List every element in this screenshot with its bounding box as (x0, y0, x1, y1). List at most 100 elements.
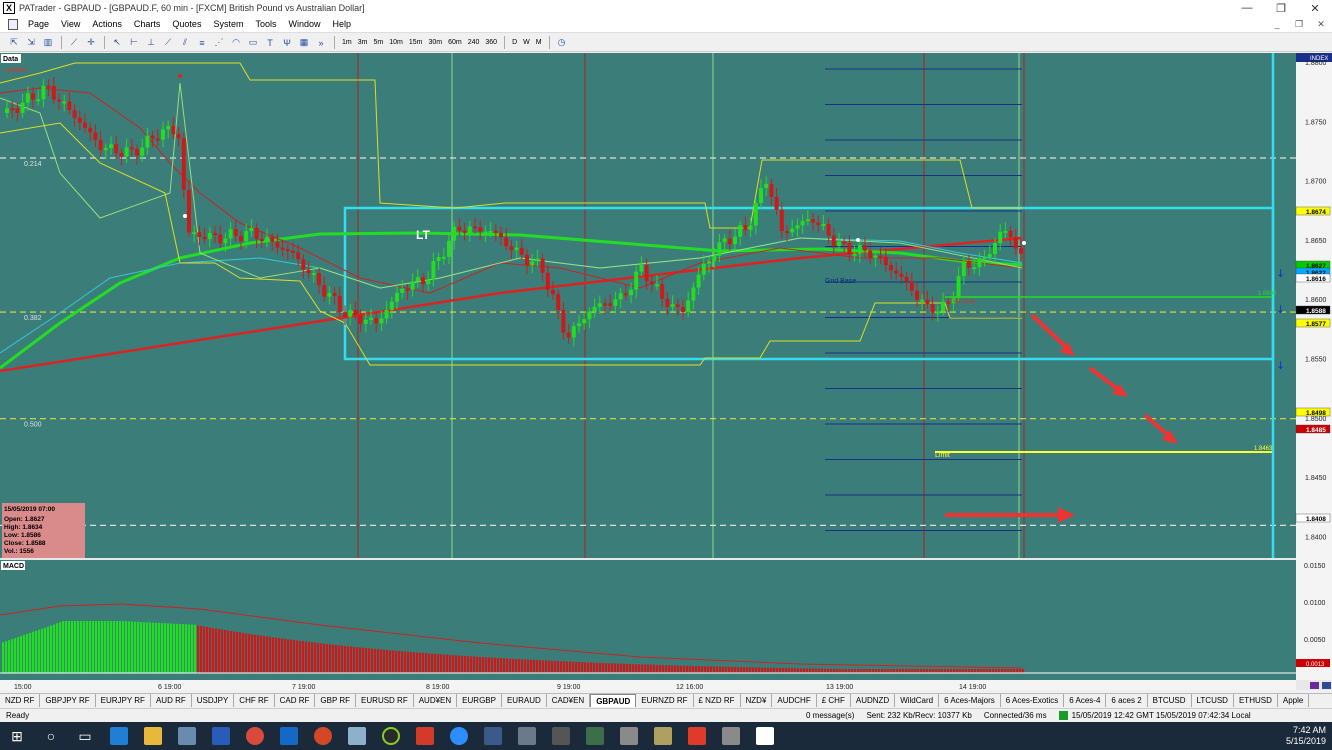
price-pane[interactable] (0, 53, 1296, 558)
menu-quotes[interactable]: Quotes (166, 19, 207, 29)
pointer-icon[interactable]: ↖ (109, 36, 125, 50)
tab-6-aces-majors[interactable]: 6 Aces-Majors (939, 694, 1001, 707)
zoom-out-icon[interactable]: ⇲ (23, 36, 39, 50)
tab-usdjpy[interactable]: USDJPY (192, 694, 235, 707)
maximize-button[interactable]: ❐ (1264, 2, 1298, 15)
timeframe-1m[interactable]: 1m (339, 36, 355, 50)
tab-eurusd-rf[interactable]: EURUSD RF (356, 694, 414, 707)
tab-euraud[interactable]: EURAUD (502, 694, 547, 707)
clock-icon[interactable]: ◷ (554, 36, 570, 50)
pitchfork-icon[interactable]: Ψ (279, 36, 295, 50)
tab-6-aces-2[interactable]: 6 aces 2 (1106, 694, 1148, 707)
task-view-icon[interactable]: ▭ (68, 722, 102, 750)
tab-nzd-rf[interactable]: NZD RF (0, 694, 41, 707)
text-icon[interactable]: T (262, 36, 278, 50)
app-icon[interactable] (510, 722, 544, 750)
tab-aud-rf[interactable]: AUD RF (151, 694, 192, 707)
tab-apple[interactable]: Apple (1278, 694, 1310, 707)
menu-charts[interactable]: Charts (128, 19, 167, 29)
mdi-minimize-button[interactable]: _ (1266, 19, 1288, 30)
timeframe-60m[interactable]: 60m (445, 36, 465, 50)
explorer-icon[interactable] (136, 722, 170, 750)
tab-cadyen[interactable]: CAD¥EN (547, 694, 591, 707)
calculator-icon[interactable] (544, 722, 578, 750)
tab-6-aces-exotics[interactable]: 6 Aces-Exotics (1001, 694, 1065, 707)
period-monthly[interactable]: M (533, 36, 545, 50)
app-icon[interactable] (612, 722, 646, 750)
period-weekly[interactable]: W (520, 36, 533, 50)
tab-eurgbp[interactable]: EURGBP (457, 694, 502, 707)
search-icon[interactable]: ○ (34, 722, 68, 750)
tab-audyen[interactable]: AUD¥EN (414, 694, 458, 707)
tab-ltcusd[interactable]: LTCUSD (1192, 694, 1234, 707)
rectangle-icon[interactable]: ▭ (245, 36, 261, 50)
app-green-icon[interactable] (374, 722, 408, 750)
tab-eurjpy-rf[interactable]: EURJPY RF (96, 694, 151, 707)
taskbar-clock[interactable]: 7:42 AM 5/15/2019 (1286, 725, 1332, 747)
tab-gbp-rf[interactable]: GBP RF (315, 694, 357, 707)
timeframe-360[interactable]: 360 (482, 36, 500, 50)
tab-gbpaud[interactable]: GBPAUD (590, 694, 637, 707)
menu-system[interactable]: System (207, 19, 249, 29)
patrader-icon[interactable] (748, 722, 782, 750)
close-button[interactable]: ✕ (1298, 2, 1332, 15)
tab-gbpjpy-rf[interactable]: GBPJPY RF (40, 694, 96, 707)
timeframe-240[interactable]: 240 (465, 36, 483, 50)
crosshair-icon[interactable]: ✛ (83, 36, 99, 50)
app-red-icon[interactable] (408, 722, 442, 750)
tab-6-aces-4[interactable]: 6 Aces-4 (1064, 694, 1107, 707)
menu-window[interactable]: Window (282, 19, 326, 29)
bar-style-icon[interactable]: ▥ (40, 36, 56, 50)
tab-gbpnzd-rf[interactable]: £ NZD RF (694, 694, 741, 707)
notes-icon[interactable] (340, 722, 374, 750)
app-icon[interactable] (170, 722, 204, 750)
powerpoint-icon[interactable] (306, 722, 340, 750)
minimize-button[interactable]: — (1230, 2, 1264, 15)
mdi-close-button[interactable]: ✕ (1310, 19, 1332, 30)
menu-view[interactable]: View (55, 19, 86, 29)
tab-chf-rf[interactable]: CHF RF (234, 694, 275, 707)
menu-actions[interactable]: Actions (86, 19, 128, 29)
trend-line-icon[interactable]: ⟋ (160, 36, 176, 50)
app-icon[interactable] (476, 722, 510, 750)
price-chart[interactable]: 0.214 0.382 0.500 Limit 1.8463 1.8600 Grid… (0, 53, 1332, 690)
menu-tools[interactable]: Tools (249, 19, 282, 29)
fan-icon[interactable]: ⋰ (211, 36, 227, 50)
tab-eurnzd-rf[interactable]: EURNZD RF (636, 694, 694, 707)
tab-audnzd[interactable]: AUDNZD (851, 694, 896, 707)
timeframe-3m[interactable]: 3m (355, 36, 371, 50)
timeframe-15m[interactable]: 15m (406, 36, 426, 50)
edge-icon[interactable] (102, 722, 136, 750)
time-axis-tool-icon[interactable] (1310, 682, 1319, 689)
time-axis-tool-icon[interactable] (1322, 682, 1331, 689)
menu-help[interactable]: Help (327, 19, 358, 29)
app-s-icon[interactable] (680, 722, 714, 750)
tab-audchf[interactable]: AUDCHF (772, 694, 817, 707)
status-messages[interactable]: 0 message(s) (800, 711, 860, 720)
tab-ethusd[interactable]: ETHUSD (1234, 694, 1278, 707)
app-icon[interactable] (714, 722, 748, 750)
mdi-restore-button[interactable]: ❐ (1288, 19, 1310, 30)
arc-icon[interactable]: ◠ (228, 36, 244, 50)
timeframe-10m[interactable]: 10m (386, 36, 406, 50)
outlook-icon[interactable] (272, 722, 306, 750)
tab-gbpchf[interactable]: £ CHF (817, 694, 851, 707)
fibonacci-icon[interactable]: ≡ (194, 36, 210, 50)
timeframe-5m[interactable]: 5m (370, 36, 386, 50)
period-daily[interactable]: D (509, 36, 520, 50)
word-icon[interactable] (204, 722, 238, 750)
grid-icon[interactable]: ▦ (296, 36, 312, 50)
tab-nzdyen[interactable]: NZD¥ (741, 694, 773, 707)
tab-wildcard[interactable]: WildCard (895, 694, 940, 707)
windows-icon[interactable]: ⊞ (0, 722, 34, 750)
timeframe-30m[interactable]: 30m (425, 36, 445, 50)
app-icon[interactable] (578, 722, 612, 750)
tab-btcusd[interactable]: BTCUSD (1148, 694, 1192, 707)
tab-cad-rf[interactable]: CAD RF (275, 694, 316, 707)
vertical-line-icon[interactable]: ⊢ (126, 36, 142, 50)
channel-icon[interactable]: ⫽ (177, 36, 193, 50)
chrome-icon[interactable] (238, 722, 272, 750)
zoom-icon[interactable] (442, 722, 476, 750)
menu-page[interactable]: Page (22, 19, 55, 29)
line-chart-icon[interactable]: ⟋ (66, 36, 82, 50)
